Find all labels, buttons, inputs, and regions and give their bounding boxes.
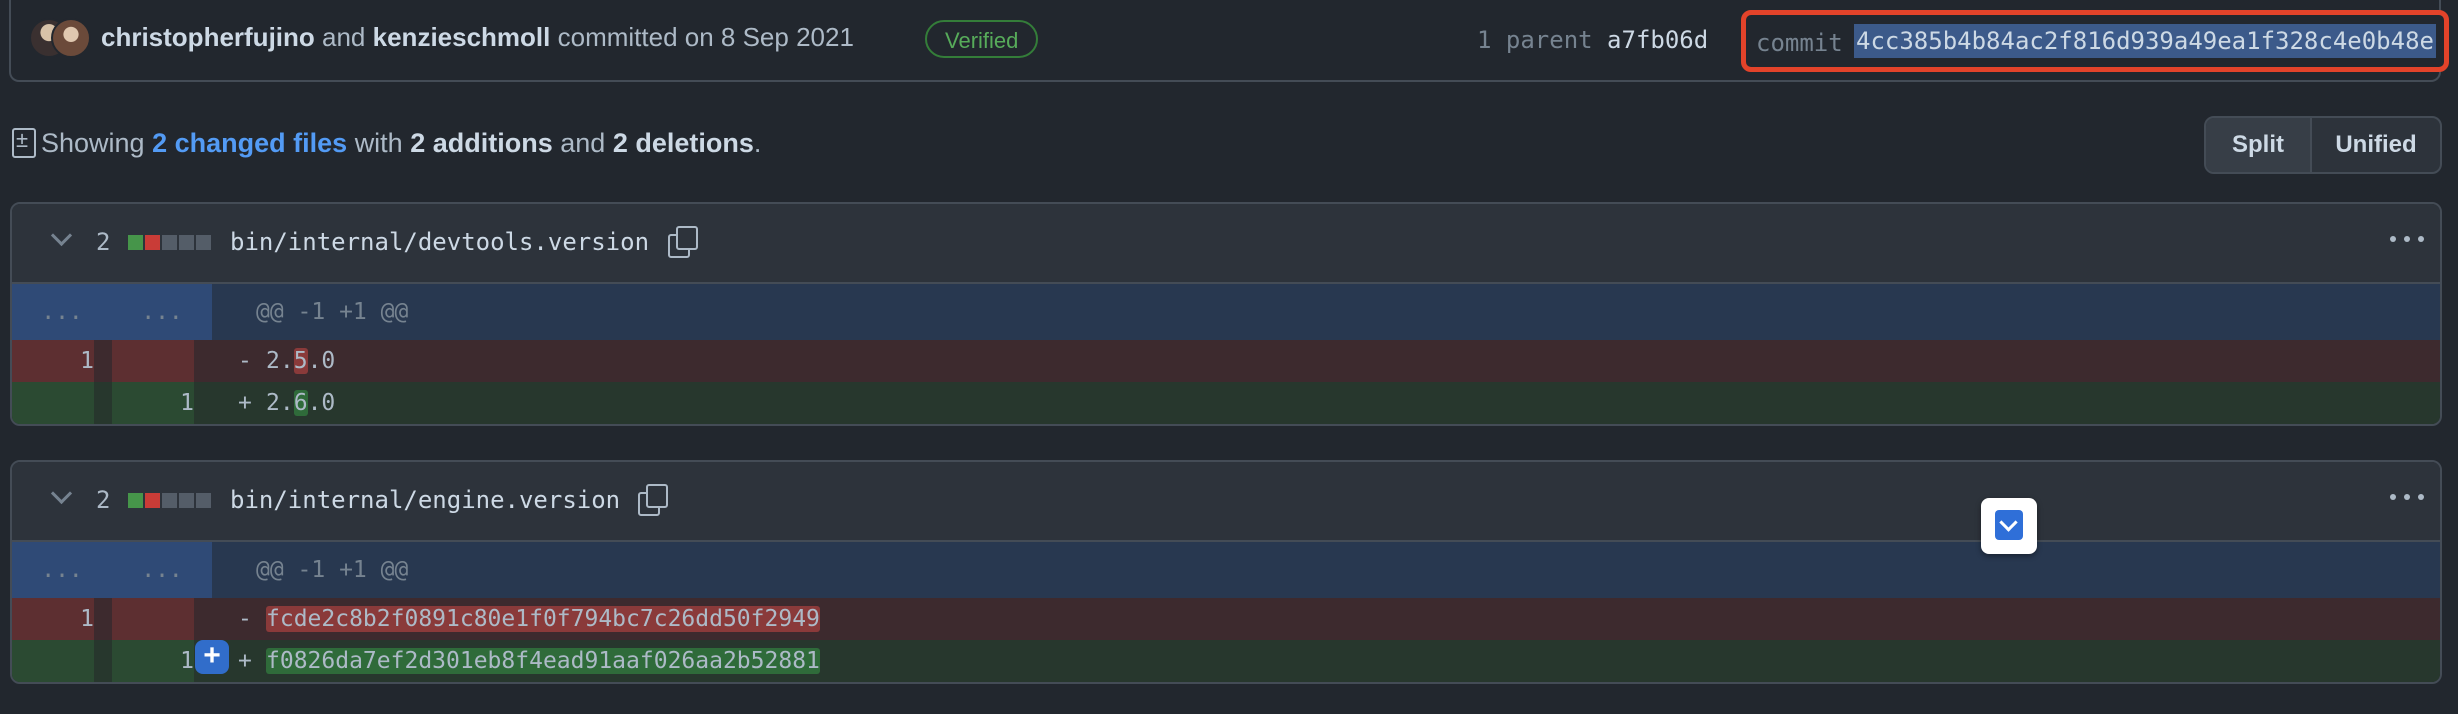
diff-view-toggle: Split Unified <box>2204 116 2442 174</box>
unified-button[interactable]: Unified <box>2312 118 2440 172</box>
commit-date: committed on 8 Sep 2021 <box>557 22 854 52</box>
extension-widget-icon[interactable] <box>1981 498 2037 554</box>
hunk-header-row: ... ... @@ -1 +1 @@ <box>12 542 2440 598</box>
addition-sign: + <box>238 648 252 674</box>
added-line-text: 2.6.0 <box>266 390 336 416</box>
expand-down-button[interactable]: ... <box>112 284 212 340</box>
commit-authors: christopherfujino and kenzieschmoll comm… <box>101 22 854 53</box>
parent-label: 1 parent <box>1477 26 1593 54</box>
deletion-sign: - <box>238 606 252 632</box>
old-line-number <box>12 382 94 424</box>
file-name-link[interactable]: bin/internal/engine.version <box>230 486 620 514</box>
deleted-line-text: 2.5.0 <box>266 348 336 374</box>
diffstat-bar <box>128 235 211 250</box>
new-line-number <box>112 598 194 640</box>
avatar[interactable] <box>51 18 91 58</box>
changed-files-link[interactable]: 2 changed files <box>152 128 347 158</box>
old-line-number[interactable]: 1 <box>12 598 94 640</box>
change-count: 2 <box>96 228 111 256</box>
file-name-link[interactable]: bin/internal/devtools.version <box>230 228 649 256</box>
author-link[interactable]: kenzieschmoll <box>373 22 551 52</box>
commit-sha[interactable]: 4cc385b4b84ac2f816d939a49ea1f328c4e0b48e <box>1854 24 2436 58</box>
summary-and: and <box>560 128 606 158</box>
added-line-text: f0826da7ef2d301eb8f4ead91aaf026aa2b52881 <box>266 648 820 674</box>
new-line-number[interactable]: 1 <box>112 640 194 682</box>
diff-summary: Showing 2 changed files with 2 additions… <box>41 128 761 159</box>
chevron-down-icon[interactable] <box>50 224 73 247</box>
expand-down-button[interactable]: ... <box>112 542 212 598</box>
new-line-number[interactable]: 1 <box>112 382 194 424</box>
add-comment-plus-icon[interactable]: + <box>195 640 229 674</box>
commit-header: christopherfujino and kenzieschmoll comm… <box>9 0 2449 82</box>
author-avatars[interactable] <box>29 18 91 60</box>
kebab-menu-icon[interactable] <box>2390 228 2426 248</box>
hunk-header: @@ -1 +1 @@ <box>256 557 409 583</box>
hunk-header-row: ... ... @@ -1 +1 @@ <box>12 284 2440 340</box>
diff-icon <box>12 127 36 158</box>
parent-info: 1 parent a7fb06d <box>1477 26 1708 54</box>
deletions-count: 2 deletions <box>612 128 754 158</box>
change-count: 2 <box>96 486 111 514</box>
file-header: 2 bin/internal/engine.version <box>12 462 2440 542</box>
parent-sha-link[interactable]: a7fb06d <box>1607 26 1708 54</box>
author-joiner: and <box>322 22 366 52</box>
verified-badge[interactable]: Verified <box>925 20 1039 58</box>
summary-period: . <box>753 128 762 158</box>
summary-showing: Showing <box>41 128 145 158</box>
addition-sign: + <box>238 390 252 416</box>
deletion-row: 1 - fcde2c8b2f0891c80e1f0f794bc7c26dd50f… <box>12 598 2440 640</box>
deleted-line-text: fcde2c8b2f0891c80e1f0f794bc7c26dd50f2949 <box>266 606 820 632</box>
copy-icon[interactable] <box>636 482 668 516</box>
file-diff: 2 bin/internal/engine.version ... ... @@… <box>10 460 2442 684</box>
copy-icon[interactable] <box>666 224 698 258</box>
addition-row: 1 + 2.6.0 <box>12 382 2440 424</box>
deletion-row: 1 - 2.5.0 <box>12 340 2440 382</box>
split-button[interactable]: Split <box>2206 118 2312 172</box>
hunk-header: @@ -1 +1 @@ <box>256 299 409 325</box>
additions-count: 2 additions <box>410 128 553 158</box>
file-diff: 2 bin/internal/devtools.version ... ... … <box>10 202 2442 426</box>
old-line-number[interactable]: 1 <box>12 340 94 382</box>
kebab-menu-icon[interactable] <box>2390 486 2426 506</box>
commit-label: commit <box>1756 29 1843 57</box>
deletion-sign: - <box>238 348 252 374</box>
author-link[interactable]: christopherfujino <box>101 22 315 52</box>
chevron-down-icon[interactable] <box>50 482 73 505</box>
summary-with: with <box>354 128 403 158</box>
addition-row: 1 + f0826da7ef2d301eb8f4ead91aaf026aa2b5… <box>12 640 2440 682</box>
old-line-number <box>12 640 94 682</box>
diffstat-bar <box>128 493 211 508</box>
expand-up-button[interactable]: ... <box>12 542 112 598</box>
file-header: 2 bin/internal/devtools.version <box>12 204 2440 284</box>
commit-sha-highlight: commit 4cc385b4b84ac2f816d939a49ea1f328c… <box>1741 10 2449 72</box>
expand-up-button[interactable]: ... <box>12 284 112 340</box>
new-line-number <box>112 340 194 382</box>
